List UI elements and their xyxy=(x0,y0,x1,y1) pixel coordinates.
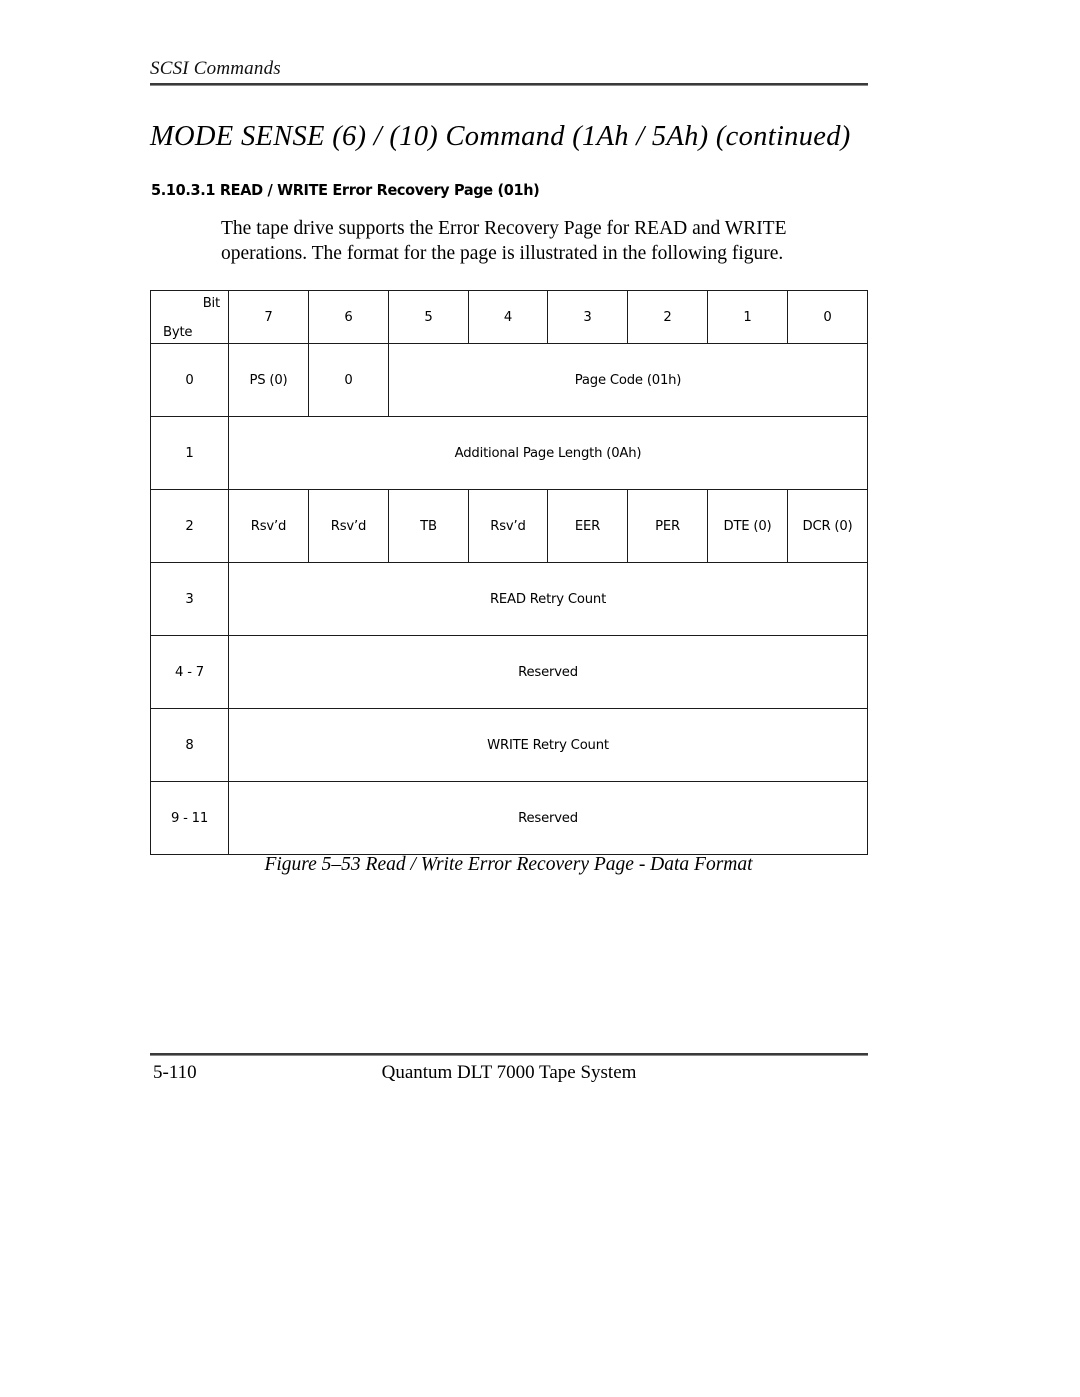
data-format-table-body: Bit Byte 7 6 5 4 3 2 1 0 0 PS (0) 0 Page… xyxy=(150,290,868,855)
running-header-title: SCSI Commands xyxy=(150,58,281,79)
byte-axis-label: Byte xyxy=(163,325,193,340)
table-row: 3 READ Retry Count xyxy=(150,562,868,636)
page-footer: 5-110 Quantum DLT 7000 Tape System xyxy=(150,1060,868,1086)
figure-caption: Figure 5–53 Read / Write Error Recovery … xyxy=(264,854,753,875)
bit-header-5: 5 xyxy=(388,290,469,344)
field-cell: Additional Page Length (0Ah) xyxy=(228,416,868,490)
byte-index-cell: 1 xyxy=(150,416,229,490)
footer-rule xyxy=(150,1053,868,1056)
field-cell: PER xyxy=(627,489,708,563)
bit-header-4: 4 xyxy=(468,290,548,344)
document-page: SCSI Commands MODE SENSE (6) / (10) Comm… xyxy=(0,0,1080,1397)
body-paragraph-line-1: The tape drive supports the Error Recove… xyxy=(221,218,787,239)
table-header-row: Bit Byte 7 6 5 4 3 2 1 0 xyxy=(150,290,868,344)
table-row: 1 Additional Page Length (0Ah) xyxy=(150,416,868,490)
section-heading: 5.10.3.1 READ / WRITE Error Recovery Pag… xyxy=(151,181,540,199)
field-cell: Rsv’d xyxy=(308,489,389,563)
field-cell: EER xyxy=(547,489,628,563)
footer-product-name: Quantum DLT 7000 Tape System xyxy=(381,1062,637,1083)
bit-header-0: 0 xyxy=(787,290,868,344)
running-header: SCSI Commands xyxy=(150,58,868,86)
table-row: 8 WRITE Retry Count xyxy=(150,708,868,782)
byte-index-cell: 8 xyxy=(150,708,229,782)
bit-header-7: 7 xyxy=(228,290,309,344)
field-cell: Reserved xyxy=(228,781,868,855)
field-cell: DTE (0) xyxy=(707,489,788,563)
field-cell: 0 xyxy=(308,343,389,417)
table-row: 4 - 7 Reserved xyxy=(150,635,868,709)
field-cell: PS (0) xyxy=(228,343,309,417)
field-cell: TB xyxy=(388,489,469,563)
body-paragraph-line-2: operations. The format for the page is i… xyxy=(221,243,784,264)
table-row: 0 PS (0) 0 Page Code (01h) xyxy=(150,343,868,417)
bit-header-6: 6 xyxy=(308,290,389,344)
data-format-table: Bit Byte 7 6 5 4 3 2 1 0 0 PS (0) 0 Page… xyxy=(150,290,868,855)
bit-header-3: 3 xyxy=(547,290,628,344)
byte-index-cell: 0 xyxy=(150,343,229,417)
field-cell: Rsv’d xyxy=(228,489,309,563)
byte-index-cell: 4 - 7 xyxy=(150,635,229,709)
byte-index-cell: 3 xyxy=(150,562,229,636)
bit-byte-corner-cell: Bit Byte xyxy=(150,290,229,344)
field-cell: Page Code (01h) xyxy=(388,343,868,417)
field-cell: READ Retry Count xyxy=(228,562,868,636)
table-row: 9 - 11 Reserved xyxy=(150,781,868,855)
field-cell: WRITE Retry Count xyxy=(228,708,868,782)
byte-index-cell: 9 - 11 xyxy=(150,781,229,855)
page-title: MODE SENSE (6) / (10) Command (1Ah / 5Ah… xyxy=(150,121,851,152)
field-cell: Reserved xyxy=(228,635,868,709)
bit-header-2: 2 xyxy=(627,290,708,344)
field-cell: DCR (0) xyxy=(787,489,868,563)
bit-axis-label: Bit xyxy=(202,296,221,311)
field-cell: Rsv’d xyxy=(468,489,548,563)
table-row: 2 Rsv’d Rsv’d TB Rsv’d EER PER DTE (0) D… xyxy=(150,489,868,563)
bit-header-1: 1 xyxy=(707,290,788,344)
body-paragraph: The tape drive supports the Error Recove… xyxy=(221,216,821,266)
header-rule xyxy=(150,83,868,86)
byte-index-cell: 2 xyxy=(150,489,229,563)
